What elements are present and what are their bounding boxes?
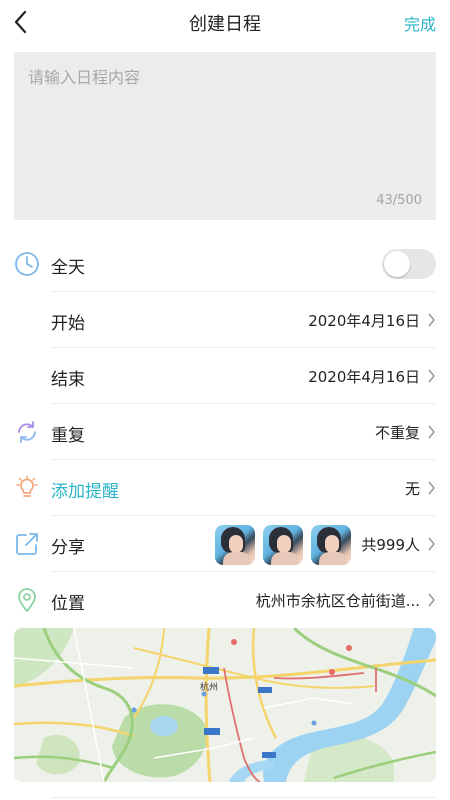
clock-icon <box>15 252 39 276</box>
allday-label: 全天 <box>51 258 85 278</box>
chevron-right-icon <box>428 593 435 607</box>
end-value: 2020年4月16日 <box>308 368 420 386</box>
map-graphic <box>14 628 436 782</box>
row-reminder[interactable]: 添加提醒 无 <box>0 460 450 516</box>
chevron-right-icon <box>428 369 435 383</box>
row-repeat[interactable]: 重复 不重复 <box>0 404 450 460</box>
reminder-label: 添加提醒 <box>51 482 119 502</box>
location-map[interactable]: 杭州 <box>14 628 436 782</box>
start-label: 开始 <box>51 314 85 334</box>
location-value: 杭州市余杭区仓前街道... <box>255 592 420 610</box>
map-city-label: 杭州 <box>200 683 219 693</box>
share-count: 共999人 <box>361 536 420 554</box>
header: 创建日程 完成 <box>0 0 450 44</box>
chevron-right-icon <box>428 313 435 327</box>
char-counter: 43/500 <box>376 193 422 208</box>
location-label: 位置 <box>51 594 85 614</box>
chevron-right-icon <box>428 537 435 551</box>
row-end[interactable]: 结束 2020年4月16日 <box>0 348 450 404</box>
divider <box>51 797 436 798</box>
row-share[interactable]: 分享 共999人 <box>0 516 450 572</box>
share-icon <box>16 533 38 555</box>
chevron-right-icon <box>428 481 435 495</box>
allday-toggle[interactable] <box>382 249 436 279</box>
location-pin-icon <box>18 588 36 612</box>
chevron-right-icon <box>428 425 435 439</box>
content-input[interactable] <box>14 52 436 220</box>
toggle-knob <box>384 251 410 277</box>
lightbulb-icon <box>16 475 38 497</box>
repeat-label: 重复 <box>51 426 85 446</box>
reminder-value: 无 <box>404 480 420 498</box>
start-value: 2020年4月16日 <box>308 312 420 330</box>
row-allday: 全天 <box>0 236 450 292</box>
page-title: 创建日程 <box>189 14 261 35</box>
avatar <box>311 525 351 565</box>
done-button[interactable]: 完成 <box>404 11 436 35</box>
repeat-icon <box>18 421 36 443</box>
avatar <box>215 525 255 565</box>
row-start[interactable]: 开始 2020年4月16日 <box>0 292 450 348</box>
content-editor: 43/500 <box>14 52 436 220</box>
share-label: 分享 <box>51 538 85 558</box>
row-location[interactable]: 位置 杭州市余杭区仓前街道... <box>0 572 450 628</box>
end-label: 结束 <box>51 370 85 390</box>
repeat-value: 不重复 <box>374 424 420 442</box>
avatar <box>263 525 303 565</box>
